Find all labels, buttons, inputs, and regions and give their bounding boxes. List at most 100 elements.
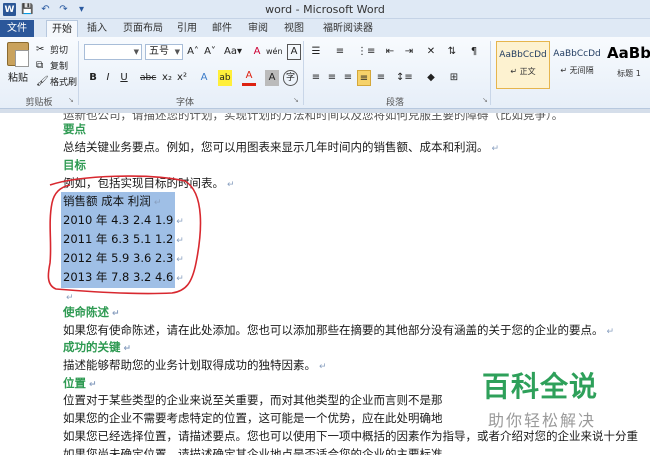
styles-gallery: AaBbCcDd ↵ 正文 AaBbCcDd ↵ 无间隔 AaBb 标题 1 xyxy=(494,41,650,93)
phonetic-guide-button[interactable]: wén xyxy=(266,44,283,60)
tab-foxit-reader[interactable]: 福昕阅读器 xyxy=(318,20,378,37)
shrink-font-button[interactable]: A˅ xyxy=(203,44,217,60)
document-line: 总结关键业务要点。例如，您可以用图表来显示几年时间内的销售额、成本和利润。 ↵ xyxy=(63,140,500,154)
increase-indent-icon[interactable]: ⇥ xyxy=(402,44,416,60)
change-case-button[interactable]: Aa▾ xyxy=(224,44,242,60)
document-line: 描述能够帮助您的业务计划取得成功的独特因素。 ↵ xyxy=(63,358,327,372)
superscript-button[interactable]: x² xyxy=(175,70,189,86)
paragraph-mark-icon: ↵ xyxy=(153,198,162,208)
borders-icon[interactable]: ⊞ xyxy=(447,70,461,86)
clipboard-launcher-icon[interactable]: ↘ xyxy=(68,96,74,104)
enclose-characters-button[interactable]: 字 xyxy=(283,70,298,86)
numbering-icon[interactable]: ≡ xyxy=(333,44,347,60)
strikethrough-button[interactable]: abc xyxy=(140,70,156,86)
align-left-icon[interactable]: ≡ xyxy=(309,70,323,86)
tab-insert[interactable]: 插入 xyxy=(82,20,112,37)
ribbon: 粘贴 ✂ 剪切 ⧉ 复制 🖌 格式刷 剪贴板 ↘ ▼ 五号 ▼ A˄ A˅ Aa▾ A … xyxy=(0,37,650,109)
heading-keys-to-success: 成功的关键 ↵ xyxy=(63,340,132,354)
paragraph-mark-icon: ↵ xyxy=(89,380,97,390)
font-group-label: 字体 xyxy=(175,98,194,108)
style-no-spacing[interactable]: AaBbCcDd ↵ 无间隔 xyxy=(550,41,604,89)
paragraph-mark-icon: ↵ xyxy=(112,309,120,319)
document-line: 位置对于某些类型的企业来说至关重要，而对其他类型的企业而言则不是那 xyxy=(63,393,443,407)
chevron-down-icon: ▼ xyxy=(174,48,180,56)
paragraph-mark-icon: ↵ xyxy=(66,293,74,303)
group-divider xyxy=(490,41,491,105)
character-shading-button[interactable]: A xyxy=(265,70,279,86)
line-spacing-icon[interactable]: ↕≡ xyxy=(396,70,413,86)
document-line: 如果您有使命陈述，请在此处添加。您也可以添加那些在摘要的其他部分没有涵盖的关于您… xyxy=(63,323,615,337)
paragraph-launcher-icon[interactable]: ↘ xyxy=(482,96,488,104)
tab-page-layout[interactable]: 页面布局 xyxy=(118,20,168,37)
multilevel-list-icon[interactable]: ⋮≡ xyxy=(357,44,375,60)
underline-button[interactable]: U xyxy=(117,70,131,86)
sort-icon[interactable]: ⇅ xyxy=(445,44,459,60)
decrease-indent-icon[interactable]: ⇤ xyxy=(383,44,397,60)
paragraph-mark-icon: ↵ xyxy=(319,362,327,372)
show-marks-icon[interactable]: ¶ xyxy=(467,44,481,60)
document-line: 如果您的企业不需要考虑特定的位置，这可能是一个优势，应在此处明确地 xyxy=(63,411,443,425)
bullets-icon[interactable]: ☰ xyxy=(309,44,323,60)
scissors-icon: ✂ xyxy=(36,43,45,55)
tab-mailings[interactable]: 邮件 xyxy=(207,20,237,37)
title-bar: W 💾 ↶ ↷ ▾ word - Microsoft Word xyxy=(0,0,650,19)
justify-icon[interactable]: ≡ xyxy=(357,70,371,86)
italic-button[interactable]: I xyxy=(101,70,115,86)
document-line: 例如，包括实现目标的时间表。 ↵ xyxy=(63,176,235,190)
distributed-icon[interactable]: ≡ xyxy=(374,70,388,86)
paragraph-mark-icon: ↵ xyxy=(227,180,235,190)
watermark-logo: 百科全说 助你轻松解决 xyxy=(482,370,599,430)
tab-home[interactable]: 开始 xyxy=(46,20,78,37)
paste-icon xyxy=(7,42,29,67)
paragraph-mark-icon: ↵ xyxy=(176,236,184,246)
align-right-icon[interactable]: ≡ xyxy=(341,70,355,86)
font-color-button[interactable]: A xyxy=(242,70,256,86)
cut-button[interactable]: ✂ 剪切 xyxy=(36,42,68,56)
paragraph-mark-icon: ↵ xyxy=(176,274,184,284)
paragraph-mark-icon: ↵ xyxy=(491,144,500,154)
copy-button[interactable]: ⧉ 复制 xyxy=(36,58,68,72)
paragraph-mark-icon: ↵ xyxy=(123,344,132,354)
heading-key-points: 要点 xyxy=(63,122,86,136)
subscript-button[interactable]: x₂ xyxy=(160,70,174,86)
clipboard-group-label: 剪贴板 xyxy=(25,98,53,108)
grow-font-button[interactable]: A˄ xyxy=(186,44,200,60)
document-line: 如果您尚未确定位置，请描述确定其企业地点是否适合您的企业的主要标准。 xyxy=(63,447,454,455)
heading-goals: 目标 xyxy=(63,158,86,172)
copy-icon: ⧉ xyxy=(36,59,44,71)
asian-layout-icon[interactable]: ✕ xyxy=(424,44,438,60)
document-page[interactable]: 运新也公司，请描述您的计划，实现计划的方法和时间以及您将如何克服主要的障碍（比如… xyxy=(0,113,650,455)
selected-table-row[interactable]: 2012 年 5.9 3.6 2.3 ↵ xyxy=(63,251,184,268)
paste-button[interactable]: 粘贴 xyxy=(4,42,32,92)
paragraph-group-label: 段落 xyxy=(385,98,404,108)
selected-table-row[interactable]: 2010 年 4.3 2.4 1.9 ↵ xyxy=(63,213,184,230)
tab-references[interactable]: 引用 xyxy=(172,20,202,37)
empty-paragraph: ↵ xyxy=(63,289,74,306)
character-border-button[interactable]: A xyxy=(287,44,301,60)
paragraph-mark-icon: ↵ xyxy=(176,255,184,265)
tab-view[interactable]: 视图 xyxy=(279,20,309,37)
ribbon-tab-bar: 文件 开始 插入 页面布局 引用 邮件 审阅 视图 福昕阅读器 xyxy=(0,19,650,37)
window-title: word - Microsoft Word xyxy=(265,3,385,16)
tab-review[interactable]: 审阅 xyxy=(243,20,273,37)
selected-table-row[interactable]: 2013 年 7.8 3.2 4.6 ↵ xyxy=(63,270,184,287)
font-launcher-icon[interactable]: ↘ xyxy=(293,96,299,104)
bold-button[interactable]: B xyxy=(86,70,100,86)
document-line: 运新也公司，请描述您的计划，实现计划的方法和时间以及您将如何克服主要的障碍（比如… xyxy=(63,113,564,122)
font-name-dropdown[interactable]: ▼ xyxy=(84,44,142,60)
font-size-dropdown[interactable]: 五号 ▼ xyxy=(145,44,183,60)
style-normal[interactable]: AaBbCcDd ↵ 正文 xyxy=(496,41,550,89)
format-painter-button[interactable]: 🖌 格式刷 xyxy=(36,74,77,88)
selected-table-row[interactable]: 销售额 成本 利润 ↵ xyxy=(63,194,161,211)
paragraph-mark-icon: ↵ xyxy=(606,327,615,337)
paintbrush-icon: 🖌 xyxy=(36,75,49,87)
clear-format-button[interactable]: A xyxy=(250,44,264,60)
text-effects-button[interactable]: A xyxy=(197,70,211,86)
align-center-icon[interactable]: ≡ xyxy=(325,70,339,86)
highlight-button[interactable]: ab xyxy=(218,70,232,86)
selected-table-row[interactable]: 2011 年 6.3 5.1 1.2 ↵ xyxy=(63,232,184,249)
heading-location: 位置 ↵ xyxy=(63,376,97,390)
tab-file[interactable]: 文件 xyxy=(0,20,34,37)
shading-icon[interactable]: ◆ xyxy=(424,70,438,86)
style-heading-1[interactable]: AaBb 标题 1 xyxy=(602,41,650,89)
